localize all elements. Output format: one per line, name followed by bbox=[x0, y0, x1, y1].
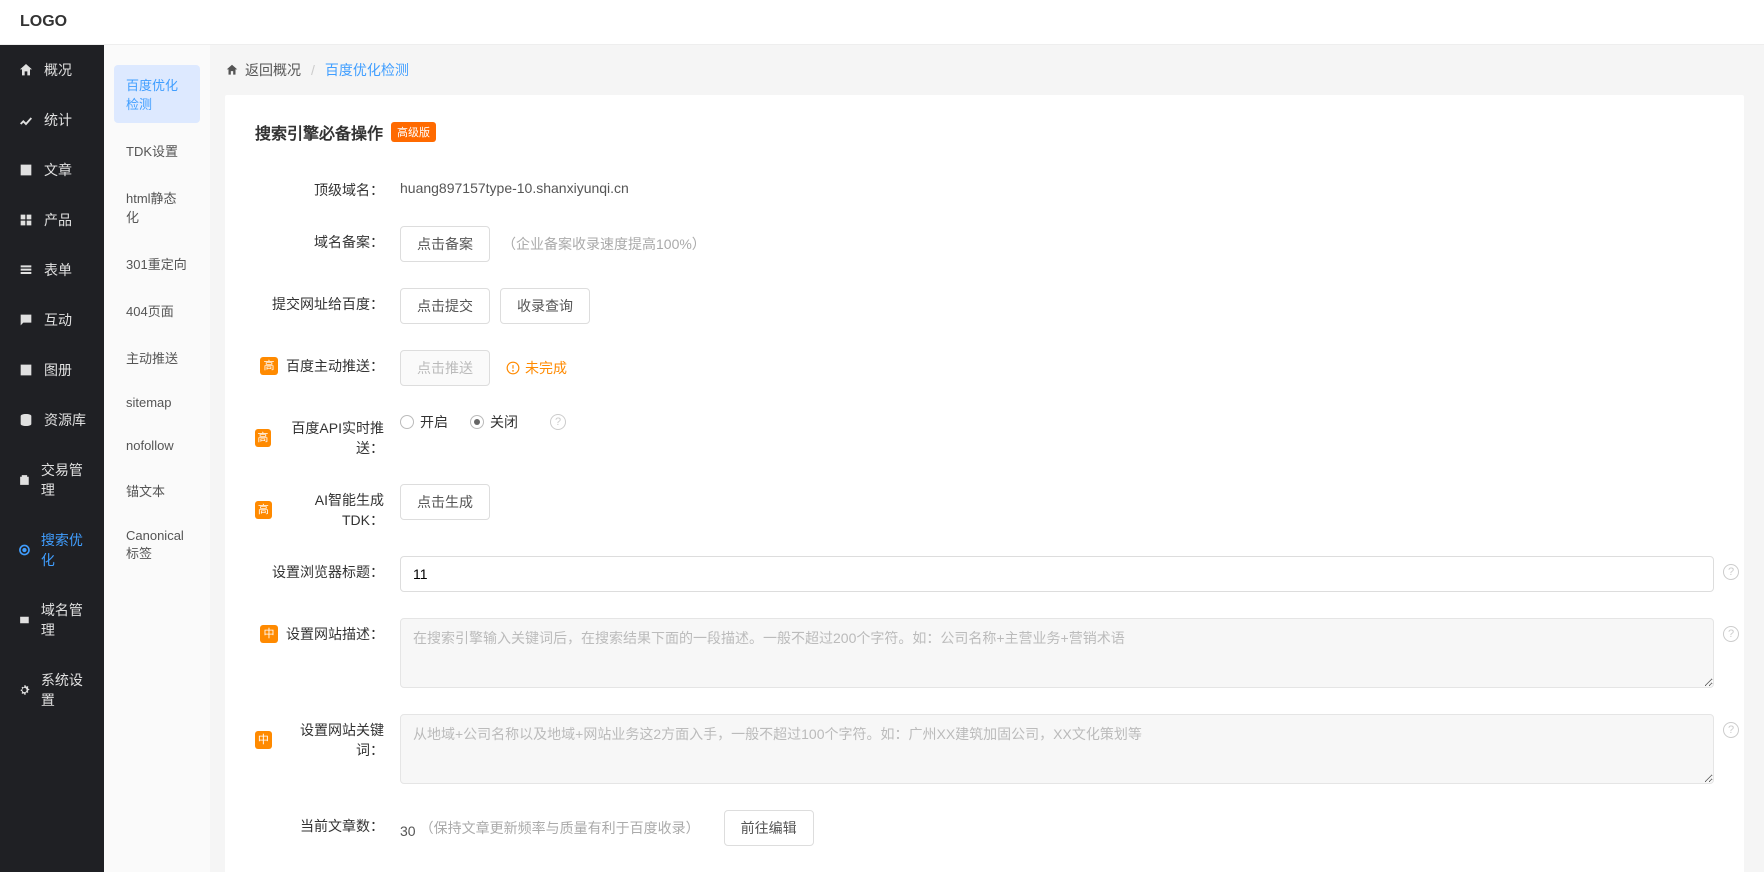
help-icon[interactable]: ? bbox=[1723, 722, 1739, 738]
breadcrumb-back[interactable]: 返回概况 bbox=[225, 60, 301, 80]
subnav-anchor[interactable]: 锚文本 bbox=[114, 471, 200, 510]
sidebar-primary: 概况 统计 文章 产品 表单 互动 图册 资源库 交易管理 搜索优化 域名管理 … bbox=[0, 45, 104, 872]
beian-button[interactable]: 点击备案 bbox=[400, 226, 490, 262]
subnav-static[interactable]: html静态化 bbox=[114, 178, 200, 236]
nav-gallery[interactable]: 图册 bbox=[0, 345, 104, 395]
home-icon bbox=[18, 62, 34, 78]
submit-button[interactable]: 点击提交 bbox=[400, 288, 490, 324]
main-content: 返回概况 / 百度优化检测 搜索引擎必备操作 高级版 顶级域名： huang89… bbox=[210, 45, 1764, 872]
beian-hint: （企业备案收录速度提高100%） bbox=[502, 234, 706, 254]
api-radio-on[interactable]: 开启 bbox=[400, 412, 448, 432]
seo-panel: 搜索引擎必备操作 高级版 顶级域名： huang897157type-10.sh… bbox=[225, 95, 1744, 872]
api-radio-group: 开启 关闭 bbox=[400, 412, 540, 432]
desc-label: 设置网站描述： bbox=[286, 624, 384, 644]
grid-icon bbox=[18, 212, 34, 228]
priority-badge-medium: 中 bbox=[260, 625, 278, 643]
push-button: 点击推送 bbox=[400, 350, 490, 386]
gen-label: AI智能生成TDK： bbox=[280, 490, 384, 530]
api-label: 百度API实时推送： bbox=[279, 418, 384, 458]
article-count-value: 30 bbox=[400, 817, 416, 839]
help-icon[interactable]: ? bbox=[1723, 626, 1739, 642]
article-count-label: 当前文章数： bbox=[255, 810, 400, 836]
beian-label: 域名备案： bbox=[255, 226, 400, 252]
clipboard-icon bbox=[18, 472, 31, 488]
index-query-button[interactable]: 收录查询 bbox=[500, 288, 590, 324]
push-label: 百度主动推送： bbox=[286, 356, 384, 376]
nav-overview[interactable]: 概况 bbox=[0, 45, 104, 95]
api-radio-off[interactable]: 关闭 bbox=[470, 412, 518, 432]
title-label: 设置浏览器标题： bbox=[255, 556, 400, 582]
panel-title: 搜索引擎必备操作 高级版 bbox=[255, 120, 1714, 144]
nav-articles[interactable]: 文章 bbox=[0, 145, 104, 195]
subnav-push[interactable]: 主动推送 bbox=[114, 338, 200, 377]
www-icon bbox=[18, 612, 31, 628]
article-hint: （保持文章更新频率与质量有利于百度收录） bbox=[420, 818, 700, 838]
breadcrumb-current: 百度优化检测 bbox=[325, 60, 409, 80]
nav-resources[interactable]: 资源库 bbox=[0, 395, 104, 445]
site-keywords-input[interactable] bbox=[400, 714, 1714, 784]
breadcrumb-separator: / bbox=[311, 62, 315, 78]
sidebar-secondary: 百度优化检测 TDK设置 html静态化 301重定向 404页面 主动推送 s… bbox=[104, 45, 210, 872]
nav-forms[interactable]: 表单 bbox=[0, 245, 104, 295]
image-icon bbox=[18, 362, 34, 378]
submit-label: 提交网址给百度： bbox=[255, 288, 400, 314]
logo: LOGO bbox=[20, 13, 67, 31]
edit-articles-button[interactable]: 前往编辑 bbox=[724, 810, 814, 846]
warning-icon bbox=[506, 361, 520, 375]
priority-badge-high: 高 bbox=[260, 357, 278, 375]
nav-transactions[interactable]: 交易管理 bbox=[0, 445, 104, 515]
top-header: LOGO bbox=[0, 0, 1764, 45]
target-icon bbox=[18, 542, 31, 558]
generate-button[interactable]: 点击生成 bbox=[400, 484, 490, 520]
chart-icon bbox=[18, 112, 34, 128]
priority-badge-medium: 中 bbox=[255, 731, 272, 749]
priority-badge-high: 高 bbox=[255, 501, 272, 519]
subnav-nofollow[interactable]: nofollow bbox=[114, 428, 200, 463]
subnav-404[interactable]: 404页面 bbox=[114, 291, 200, 330]
push-status: 未完成 bbox=[506, 358, 567, 378]
breadcrumb: 返回概况 / 百度优化检测 bbox=[225, 60, 1744, 80]
browser-title-input[interactable] bbox=[400, 556, 1714, 592]
subnav-tdk[interactable]: TDK设置 bbox=[114, 131, 200, 170]
keyword-label: 设置网站关键词： bbox=[280, 720, 384, 760]
nav-seo[interactable]: 搜索优化 bbox=[0, 515, 104, 585]
domain-value: huang897157type-10.shanxiyunqi.cn bbox=[400, 174, 629, 196]
nav-products[interactable]: 产品 bbox=[0, 195, 104, 245]
priority-badge-high: 高 bbox=[255, 429, 271, 447]
list-icon bbox=[18, 262, 34, 278]
nav-settings[interactable]: 系统设置 bbox=[0, 655, 104, 725]
subnav-baidu-check[interactable]: 百度优化检测 bbox=[114, 65, 200, 123]
subnav-301[interactable]: 301重定向 bbox=[114, 244, 200, 283]
site-description-input[interactable] bbox=[400, 618, 1714, 688]
chat-icon bbox=[18, 312, 34, 328]
domain-label: 顶级域名： bbox=[255, 174, 400, 200]
nav-stats[interactable]: 统计 bbox=[0, 95, 104, 145]
db-icon bbox=[18, 412, 34, 428]
help-icon[interactable]: ? bbox=[1723, 564, 1739, 580]
nav-domain[interactable]: 域名管理 bbox=[0, 585, 104, 655]
help-icon[interactable]: ? bbox=[550, 414, 566, 430]
subnav-sitemap[interactable]: sitemap bbox=[114, 385, 200, 420]
subnav-canonical[interactable]: Canonical标签 bbox=[114, 518, 200, 572]
nav-interaction[interactable]: 互动 bbox=[0, 295, 104, 345]
home-icon bbox=[225, 63, 239, 77]
doc-icon bbox=[18, 162, 34, 178]
premium-badge: 高级版 bbox=[391, 122, 436, 142]
gear-icon bbox=[18, 682, 31, 698]
